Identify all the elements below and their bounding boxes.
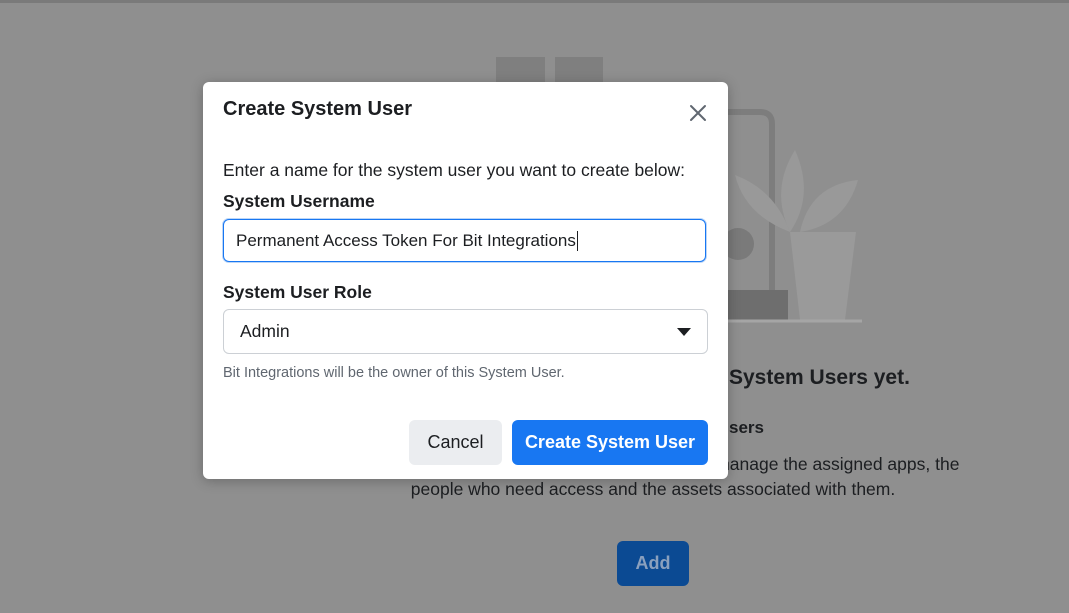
dialog-title: Create System User xyxy=(223,98,412,120)
username-label: System Username xyxy=(223,191,375,211)
system-username-input[interactable]: Permanent Access Token For Bit Integrati… xyxy=(223,219,706,262)
cancel-button[interactable]: Cancel xyxy=(409,420,502,465)
dialog-instructions: Enter a name for the system user you wan… xyxy=(223,160,686,180)
empty-state-subheading: sers xyxy=(729,418,764,437)
add-button[interactable]: Add xyxy=(617,541,689,586)
close-icon xyxy=(690,105,706,121)
caret-down-icon xyxy=(677,327,691,336)
create-system-user-button[interactable]: Create System User xyxy=(512,420,708,465)
owner-helper-text: Bit Integrations will be the owner of th… xyxy=(223,365,565,381)
close-button[interactable] xyxy=(683,98,713,128)
create-system-user-dialog: Create System User Enter a name for the … xyxy=(203,82,728,479)
role-label: System User Role xyxy=(223,282,372,302)
role-value: Admin xyxy=(240,321,290,341)
system-user-role-select[interactable]: Admin xyxy=(223,309,708,354)
username-value: Permanent Access Token For Bit Integrati… xyxy=(236,230,576,250)
text-cursor xyxy=(576,230,578,251)
empty-state-heading: System Users yet. xyxy=(729,366,910,389)
